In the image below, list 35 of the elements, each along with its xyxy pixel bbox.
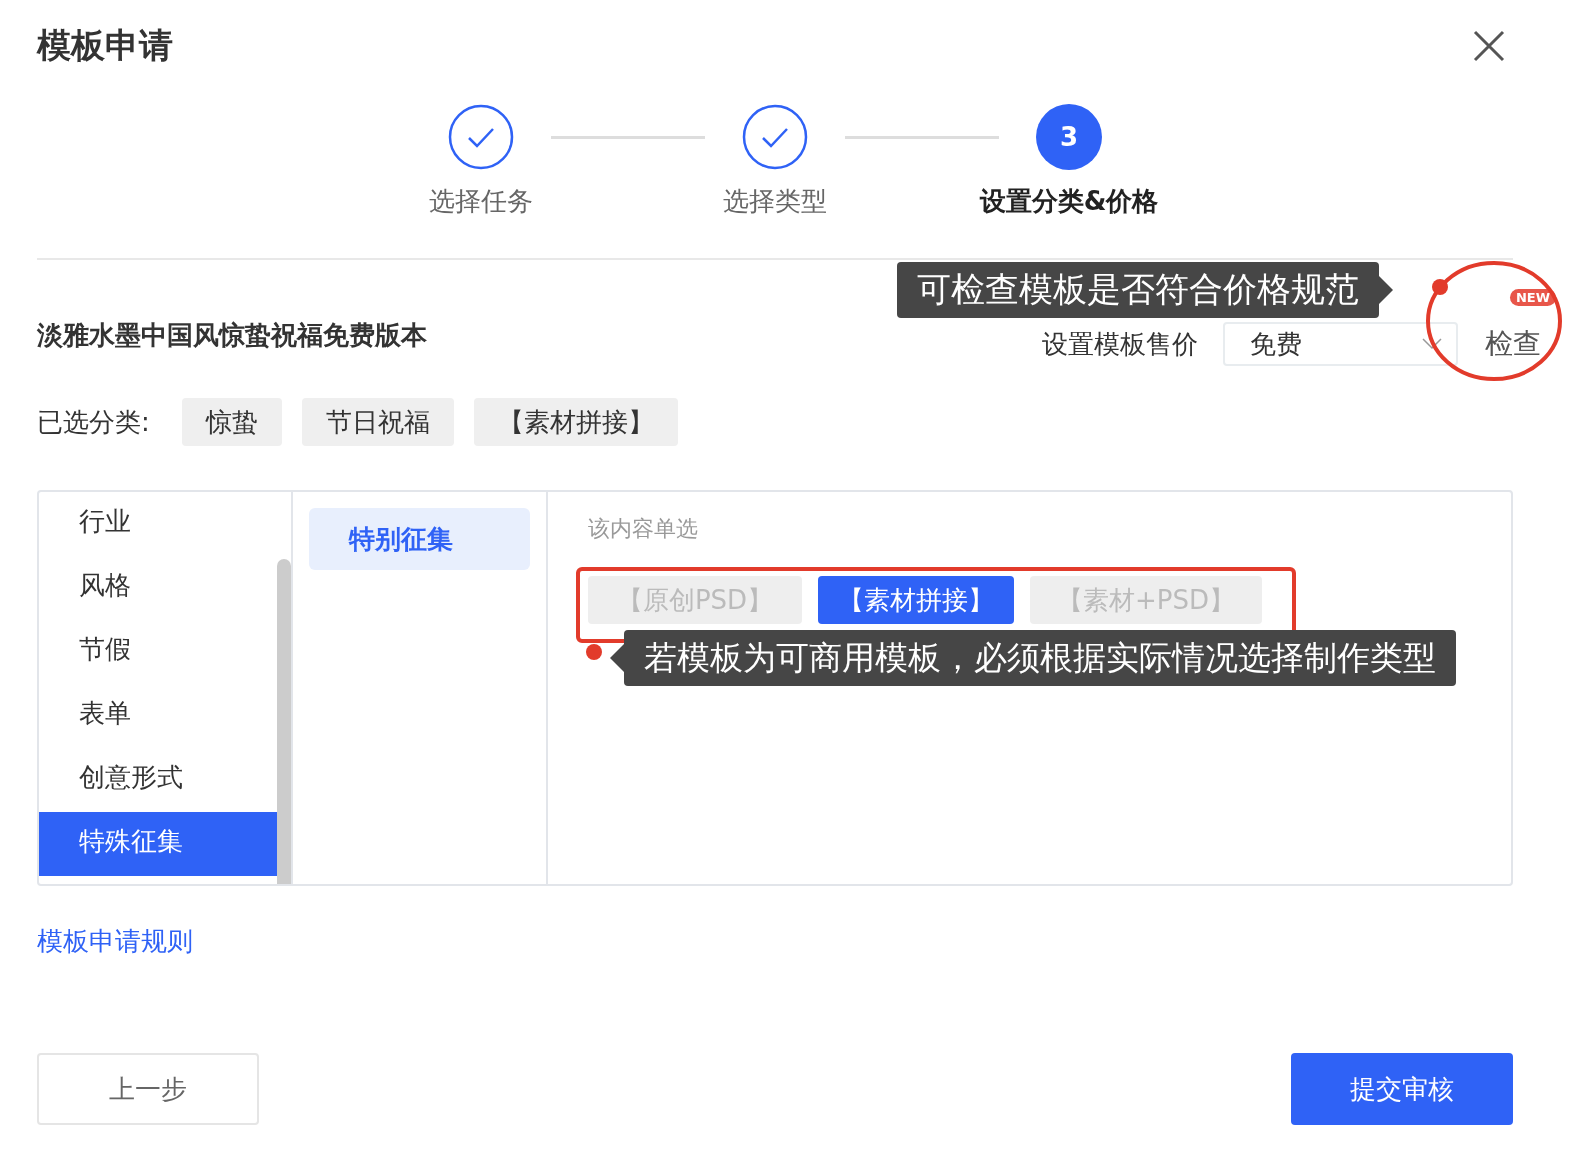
callout-pointer-icon <box>1379 276 1393 304</box>
template-name: 淡雅水墨中国风惊蛰祝福免费版本 <box>37 318 427 352</box>
callout-pointer-icon <box>610 644 624 672</box>
step-label: 设置分类&价格 <box>979 185 1159 218</box>
category-menu-item[interactable]: 行业 <box>39 492 277 556</box>
price-label: 设置模板售价 <box>1042 327 1198 361</box>
annotation-dot-icon <box>586 644 602 660</box>
step-label: 选择任务 <box>429 185 533 218</box>
step-label: 选择类型 <box>723 185 827 218</box>
check-circle-icon <box>742 104 808 170</box>
selected-categories-label: 已选分类: <box>37 405 150 439</box>
new-badge: NEW <box>1509 289 1556 306</box>
step-number: 3 <box>1036 104 1102 170</box>
subcategory-item[interactable]: 特别征集 <box>309 508 530 570</box>
rules-link[interactable]: 模板申请规则 <box>37 924 193 959</box>
chevron-down-icon <box>1422 338 1442 350</box>
close-icon[interactable] <box>1473 30 1505 62</box>
category-tag: 节日祝福 <box>301 398 454 446</box>
type-option[interactable]: 【素材拼接】 <box>818 576 1014 624</box>
category-menu-item[interactable]: 表单 <box>39 684 277 748</box>
category-tag: 【素材拼接】 <box>473 398 678 446</box>
single-choice-hint: 该内容单选 <box>588 515 699 543</box>
category-menu-item[interactable]: 风格 <box>39 556 277 620</box>
submit-button[interactable]: 提交审核 <box>1291 1053 1513 1125</box>
category-menu-item[interactable]: 特殊征集 <box>39 812 277 876</box>
check-button[interactable]: 检查 <box>1485 325 1541 363</box>
check-circle-icon <box>448 104 514 170</box>
category-menu-item[interactable]: 创意形式 <box>39 748 277 812</box>
category-tag: 惊蛰 <box>181 398 282 446</box>
category-menu-item[interactable]: 节假 <box>39 620 277 684</box>
back-button[interactable]: 上一步 <box>37 1053 259 1125</box>
annotation-dot-icon <box>1432 279 1448 295</box>
scrollbar-thumb[interactable] <box>277 559 291 884</box>
price-select[interactable]: 免费 <box>1223 322 1458 366</box>
dialog-title: 模板申请 <box>37 24 173 67</box>
